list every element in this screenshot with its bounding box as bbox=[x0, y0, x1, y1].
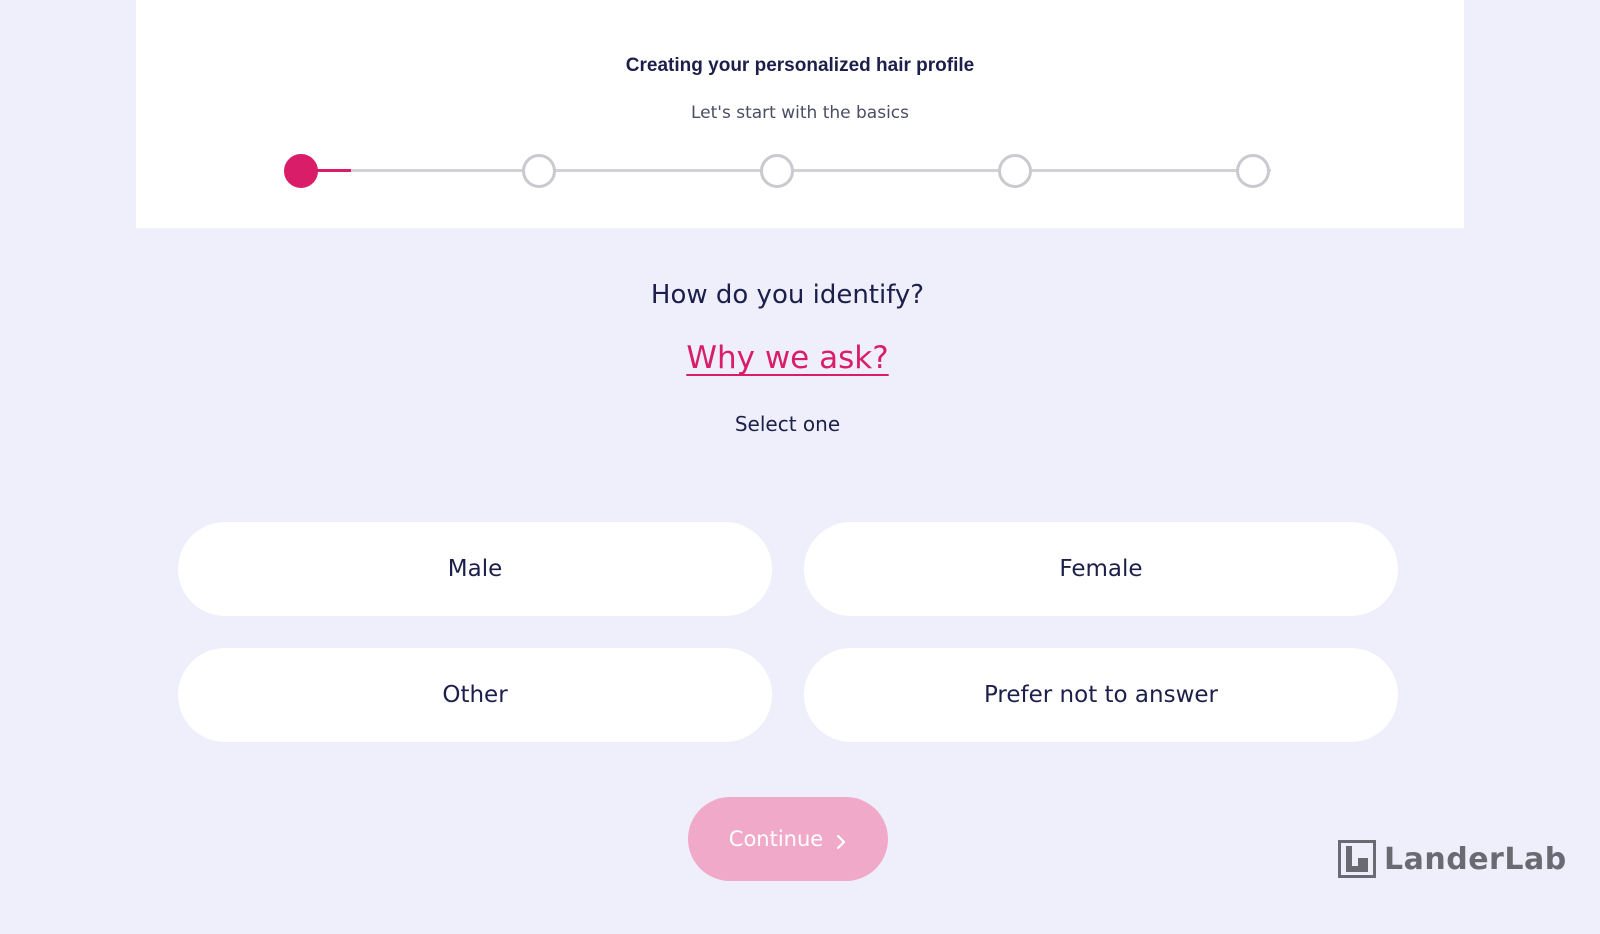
option-label: Prefer not to answer bbox=[983, 682, 1219, 708]
chevron-right-icon bbox=[837, 834, 846, 850]
question-title: How do you identify? bbox=[650, 280, 925, 310]
select-hint: Select one bbox=[734, 412, 841, 436]
profile-subtitle: Let's start with the basics bbox=[691, 103, 909, 123]
profile-header: Creating your personalized hair profile … bbox=[136, 0, 1464, 228]
landerlab-logo-icon bbox=[1338, 840, 1376, 878]
progress-step-2 bbox=[522, 154, 556, 188]
option-other-button[interactable]: Other bbox=[178, 648, 772, 742]
progress-step-5 bbox=[1236, 154, 1270, 188]
option-label: Male bbox=[447, 556, 503, 582]
page: Creating your personalized hair profile … bbox=[0, 0, 1600, 934]
option-prefer-not-button[interactable]: Prefer not to answer bbox=[804, 648, 1398, 742]
progress-stepper bbox=[284, 154, 1272, 188]
option-label: Female bbox=[1059, 556, 1143, 582]
progress-step-4 bbox=[998, 154, 1032, 188]
profile-title: Creating your personalized hair profile bbox=[625, 55, 975, 76]
option-female-button[interactable]: Female bbox=[804, 522, 1398, 616]
option-label: Other bbox=[442, 682, 508, 708]
continue-button[interactable]: Continue bbox=[688, 797, 888, 881]
continue-label: Continue bbox=[728, 827, 824, 851]
brand-watermark: LanderLab bbox=[1338, 840, 1567, 878]
progress-step-3 bbox=[760, 154, 794, 188]
why-we-ask-link[interactable]: Why we ask? bbox=[0, 340, 1575, 376]
progress-step-1 bbox=[284, 154, 318, 188]
brand-name: LanderLab bbox=[1384, 841, 1567, 877]
option-male-button[interactable]: Male bbox=[178, 522, 772, 616]
